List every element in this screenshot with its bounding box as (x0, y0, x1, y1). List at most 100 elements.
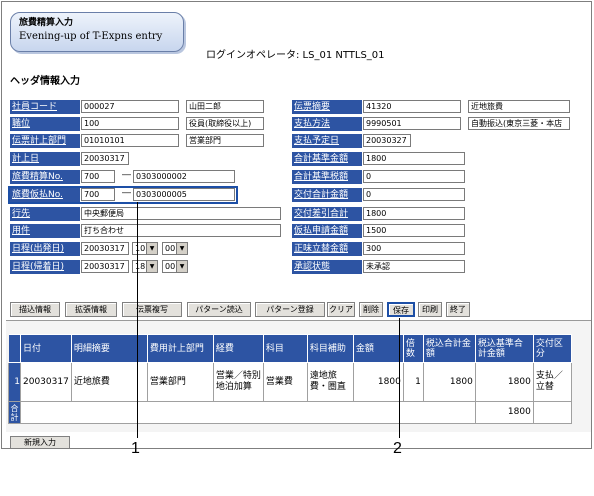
shain-code-input[interactable]: 000027 (81, 100, 179, 113)
nittei-start-minute-select[interactable]: 00 ▼ (162, 242, 188, 255)
print-button[interactable]: 印刷 (418, 302, 442, 317)
yoken-input[interactable]: 打ち合わせ (81, 224, 281, 237)
title-jp: 旅費精算入力 (19, 18, 74, 28)
exit-button[interactable]: 終了 (446, 302, 470, 317)
tekiyo-input[interactable]: 41320 (363, 100, 461, 113)
shounin-field: 未承認 (363, 260, 465, 273)
col-keihi: 経費 (212, 334, 264, 363)
save-button[interactable]: 保存 (387, 302, 415, 317)
nittei-end-minute-select[interactable]: 00 ▼ (162, 260, 188, 273)
shain-name-field: 山田二郎 (186, 100, 264, 113)
section-heading: ヘッダ情報入力 (10, 76, 80, 87)
label-karibarai-shinsei: 仮払申請金額 (292, 224, 362, 238)
col-bumon: 費用計上部門 (146, 334, 214, 363)
new-entry-button[interactable]: 新規入力 (10, 436, 70, 448)
col-kamoku: 科目 (262, 334, 308, 363)
keijobi-input[interactable]: 20030317 (81, 152, 129, 165)
save-pattern-button[interactable]: パターン登録 (255, 302, 325, 317)
kakucho-info-button[interactable]: 拡張情報 (65, 302, 117, 317)
cell-kingaku[interactable]: 1800 (352, 362, 404, 402)
col-baisu: 倍数 (402, 334, 424, 363)
row-number[interactable]: 1 (8, 362, 21, 402)
kakikomi-info-button[interactable]: 描込情報 (10, 302, 60, 317)
col-zeikomi: 税込合計金額 (422, 334, 476, 363)
cell-keihi[interactable]: 営業／特別地泊加算 (212, 362, 264, 402)
nittei-start-date-input[interactable]: 20030317 (81, 242, 129, 255)
load-pattern-button[interactable]: パターン読込 (187, 302, 251, 317)
goukei-kijun-tax-field[interactable]: 0 (363, 170, 465, 183)
ikisaki-input[interactable]: 中央郵便局 (81, 207, 281, 220)
label-shain-code[interactable]: 社員コード (10, 100, 80, 114)
label-seisan-no: 旅費精算No. (10, 170, 80, 184)
detail-table: 日付 明細摘要 費用計上部門 経費 科目 科目補助 金額 倍数 税込合計金額 税… (8, 334, 572, 424)
col-kijun: 税込基準合計金額 (474, 334, 534, 363)
label-yoteibi[interactable]: 支払予定日 (292, 134, 362, 148)
cell-koufu[interactable]: 支払／立替 (532, 362, 572, 402)
cell-hojo[interactable]: 遠地旅費・圏直 (306, 362, 354, 402)
label-goukei-kijun: 合計基準金額 (292, 152, 362, 166)
cell-tekiyo[interactable]: 近地旅費 (70, 362, 148, 402)
window: 旅費精算入力 Evening-up of T-Expns entry ログインオ… (1, 1, 592, 449)
cell-baisu[interactable]: 1 (402, 362, 424, 402)
title-en: Evening-up of T-Expns entry (19, 31, 163, 42)
total-kijun: 1800 (474, 401, 534, 424)
shiharai-input[interactable]: 9990501 (363, 117, 461, 130)
goukei-kijun-field[interactable]: 1800 (363, 152, 465, 165)
yoteibi-input[interactable]: 20030327 (363, 134, 411, 147)
clear-button[interactable]: クリア (327, 302, 355, 317)
label-koufu-sashihiki: 交付差引合計 (292, 207, 362, 221)
delete-button[interactable]: 削除 (359, 302, 383, 317)
label-shiharai[interactable]: 支払方法 (292, 117, 362, 131)
label-shoumi-tatekae: 正味立替金額 (292, 242, 362, 256)
callout-line-2 (399, 318, 400, 438)
chevron-down-icon: ▼ (176, 261, 187, 272)
cell-zeikomi[interactable]: 1800 (422, 362, 476, 402)
cell-kamoku[interactable]: 営業費 (262, 362, 308, 402)
shiharai-name-field: 自動振込(東京三菱・本店 (468, 117, 570, 130)
label-nittei-start[interactable]: 日程(出発日) (10, 242, 80, 256)
total-row: 合計 1800 (8, 401, 572, 424)
label-goukei-kijun-tax: 合計基準税額 (292, 170, 362, 184)
col-tekiyo: 明細摘要 (70, 334, 148, 363)
cell-kijun[interactable]: 1800 (474, 362, 534, 402)
label-shokui[interactable]: 職位 (10, 117, 80, 131)
chevron-down-icon: ▼ (146, 243, 157, 254)
col-koufu: 交付区分 (532, 334, 572, 363)
shokui-name-field: 役員(取締役以上) (186, 117, 264, 130)
koufu-goukei-field[interactable]: 0 (363, 188, 465, 201)
callout-1: 1 (131, 440, 140, 457)
label-shounin: 承認状態 (292, 260, 362, 274)
shoumi-tatekae-field[interactable]: 300 (363, 242, 465, 255)
col-hojo: 科目補助 (306, 334, 354, 363)
keijo-bumon-input[interactable]: 01010101 (81, 134, 179, 147)
tekiyo-name-field: 近地旅費 (468, 100, 570, 113)
nittei-start-hour-select[interactable]: 10 ▼ (132, 242, 158, 255)
operator-info: ログインオペレータ: LS_01 NTTLS_01 (206, 50, 385, 61)
copy-slip-button[interactable]: 伝票複写 (122, 302, 182, 317)
cell-date[interactable]: 20030317 (20, 362, 72, 402)
label-keijo-bumon[interactable]: 伝票計上部門 (10, 134, 80, 148)
label-keijobi: 計上日 (10, 152, 80, 166)
nittei-end-hour-select[interactable]: 18 ▼ (132, 260, 158, 273)
callout-line-1 (137, 202, 138, 438)
chevron-down-icon: ▼ (146, 261, 157, 272)
title-box: 旅費精算入力 Evening-up of T-Expns entry (10, 12, 184, 52)
highlight-karibarai (8, 186, 238, 204)
nittei-end-date-input[interactable]: 20030317 (81, 260, 129, 273)
table-row[interactable]: 1 20030317 近地旅費 営業部門 営業／特別地泊加算 営業費 遠地旅費・… (8, 362, 572, 402)
col-kingaku: 金額 (352, 334, 404, 363)
total-label: 合計 (8, 401, 21, 424)
koufu-sashihiki-field[interactable]: 1800 (363, 207, 465, 220)
cell-bumon[interactable]: 営業部門 (146, 362, 214, 402)
callout-2: 2 (393, 440, 402, 457)
karibarai-shinsei-field[interactable]: 1500 (363, 224, 465, 237)
col-date: 日付 (20, 334, 72, 363)
label-nittei-end[interactable]: 日程(帰着日) (10, 260, 80, 274)
dash: ― (122, 170, 131, 180)
shokui-input[interactable]: 100 (81, 117, 179, 130)
seisan-no-input[interactable]: 0303000002 (133, 170, 235, 183)
keijo-bumon-name-field: 営業部門 (186, 134, 264, 147)
label-koufu-goukei: 交付合計金額 (292, 188, 362, 202)
label-tekiyo[interactable]: 伝票摘要 (292, 100, 362, 114)
seisan-no-prefix-input[interactable]: 700 (81, 170, 115, 183)
